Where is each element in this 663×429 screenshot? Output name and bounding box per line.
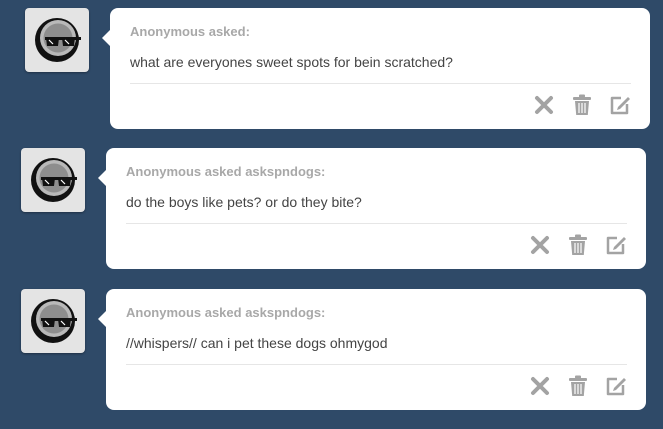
question-text: what are everyones sweet spots for bein … bbox=[130, 54, 453, 70]
anonymous-avatar-icon bbox=[31, 158, 77, 202]
delete-button[interactable] bbox=[531, 92, 557, 118]
ask-card: Anonymous asked askspndogs: //whispers//… bbox=[98, 289, 646, 410]
trash-button[interactable] bbox=[565, 232, 591, 258]
delete-button[interactable] bbox=[527, 373, 553, 399]
ask-card: Anonymous asked: what are everyones swee… bbox=[102, 8, 650, 129]
trash-icon bbox=[569, 375, 587, 396]
asker-label: Anonymous asked askspndogs: bbox=[126, 305, 326, 320]
trash-button[interactable] bbox=[565, 373, 591, 399]
edit-icon bbox=[606, 377, 626, 396]
edit-button[interactable] bbox=[603, 232, 629, 258]
ask-actions bbox=[527, 373, 629, 399]
ask-card: Anonymous asked askspndogs: do the boys … bbox=[98, 148, 646, 269]
avatar[interactable] bbox=[25, 8, 89, 72]
trash-icon bbox=[569, 234, 587, 255]
edit-button[interactable] bbox=[607, 92, 633, 118]
trash-icon bbox=[573, 94, 591, 115]
edit-button[interactable] bbox=[603, 373, 629, 399]
divider bbox=[126, 364, 627, 365]
question-text: //whispers// can i pet these dogs ohmygo… bbox=[126, 335, 388, 351]
avatar[interactable] bbox=[21, 148, 85, 212]
anonymous-avatar-icon bbox=[31, 299, 77, 343]
asker-label: Anonymous asked askspndogs: bbox=[126, 164, 326, 179]
close-icon bbox=[531, 236, 549, 254]
delete-button[interactable] bbox=[527, 232, 553, 258]
divider bbox=[130, 83, 631, 84]
close-icon bbox=[531, 377, 549, 395]
edit-icon bbox=[606, 236, 626, 255]
question-text: do the boys like pets? or do they bite? bbox=[126, 194, 362, 210]
edit-icon bbox=[610, 96, 630, 115]
avatar[interactable] bbox=[21, 289, 85, 353]
anonymous-avatar-icon bbox=[35, 18, 81, 62]
ask-actions bbox=[531, 92, 633, 118]
close-icon bbox=[535, 96, 553, 114]
divider bbox=[126, 223, 627, 224]
asker-label: Anonymous asked: bbox=[130, 24, 250, 39]
ask-actions bbox=[527, 232, 629, 258]
trash-button[interactable] bbox=[569, 92, 595, 118]
